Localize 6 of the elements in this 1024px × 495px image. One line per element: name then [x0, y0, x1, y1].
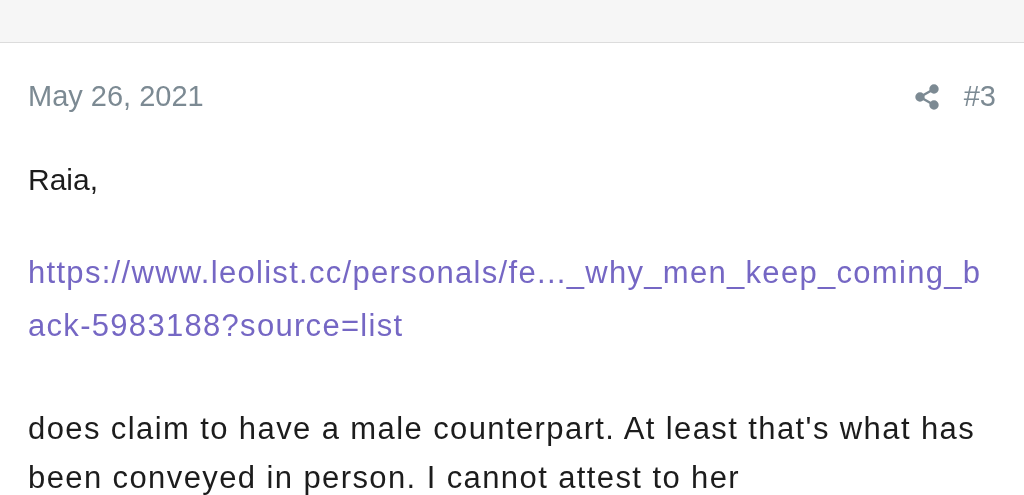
post-date: May 26, 2021 [28, 79, 204, 114]
share-icon[interactable] [913, 83, 940, 110]
post-number-link[interactable]: #3 [963, 75, 996, 119]
post-link[interactable]: https://www.leolist.cc/personals/fe..._why_men_keep_coming_back-5983188?source=list [28, 245, 996, 352]
greeting-text: Raia, [28, 161, 100, 198]
post-body-text: does claim to have a male counterpart. At least that's what has been conveyed in person. I cannot attest to her [28, 409, 977, 495]
